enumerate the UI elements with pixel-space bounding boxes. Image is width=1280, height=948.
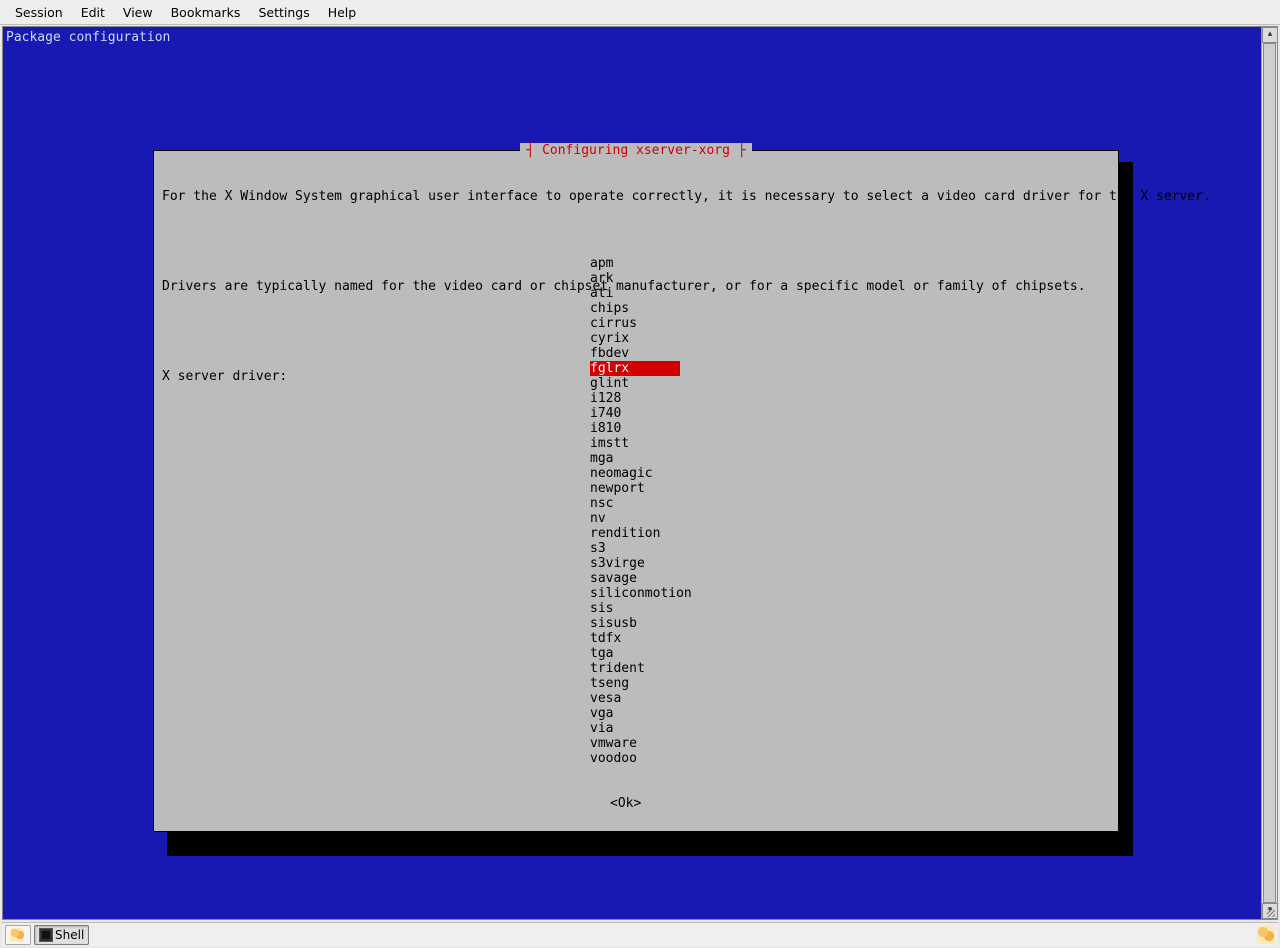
driver-option-s3[interactable]: s3 [590, 541, 680, 556]
driver-option-ati[interactable]: ati [590, 286, 680, 301]
driver-option-nsc[interactable]: nsc [590, 496, 680, 511]
taskbar-button-shell[interactable]: Shell [34, 925, 89, 945]
driver-option-nv[interactable]: nv [590, 511, 680, 526]
driver-option-imstt[interactable]: imstt [590, 436, 680, 451]
driver-option-sis[interactable]: sis [590, 601, 680, 616]
dialog-body: For the X Window System graphical user i… [162, 159, 1110, 823]
driver-option-apm[interactable]: apm [590, 256, 680, 271]
driver-option-rendition[interactable]: rendition [590, 526, 680, 541]
menu-bookmarks[interactable]: Bookmarks [162, 2, 250, 23]
config-dialog: ┤ Configuring xserver-xorg ├ For the X W… [153, 150, 1119, 832]
dialog-paragraph-1: For the X Window System graphical user i… [162, 189, 1110, 204]
driver-option-sisusb[interactable]: sisusb [590, 616, 680, 631]
resize-grip[interactable] [1261, 903, 1277, 919]
driver-option-savage[interactable]: savage [590, 571, 680, 586]
sessions-icon [10, 928, 24, 942]
scroll-thumb[interactable] [1263, 43, 1276, 903]
driver-option-trident[interactable]: trident [590, 661, 680, 676]
driver-option-mga[interactable]: mga [590, 451, 680, 466]
menu-help[interactable]: Help [319, 2, 366, 23]
driver-option-i810[interactable]: i810 [590, 421, 680, 436]
driver-option-tdfx[interactable]: tdfx [590, 631, 680, 646]
dialog-title: ┤ Configuring xserver-xorg ├ [520, 143, 751, 158]
driver-option-cyrix[interactable]: cyrix [590, 331, 680, 346]
tray-icon[interactable] [1257, 926, 1275, 944]
taskbar-shell-label: Shell [55, 928, 84, 942]
taskbar-button-sessions[interactable] [5, 925, 31, 945]
driver-option-vmware[interactable]: vmware [590, 736, 680, 751]
terminal-viewport[interactable]: Package configuration ┤ Configuring xser… [3, 27, 1261, 919]
driver-option-fglrx[interactable]: fglrx [590, 361, 680, 376]
vertical-scrollbar[interactable]: ▴ ▾ [1261, 27, 1277, 919]
driver-option-ark[interactable]: ark [590, 271, 680, 286]
menu-edit[interactable]: Edit [72, 2, 114, 23]
driver-option-newport[interactable]: newport [590, 481, 680, 496]
dialog-title-text: Configuring xserver-xorg [542, 143, 730, 158]
driver-option-cirrus[interactable]: cirrus [590, 316, 680, 331]
scroll-up-arrow[interactable]: ▴ [1262, 27, 1278, 43]
dialog-title-wrap: ┤ Configuring xserver-xorg ├ [154, 143, 1118, 158]
terminal-frame: Package configuration ┤ Configuring xser… [2, 26, 1278, 920]
driver-list[interactable]: apmarkatichipscirruscyrixfbdevfglrxglint… [590, 256, 680, 766]
spacer [162, 234, 1110, 249]
driver-option-vesa[interactable]: vesa [590, 691, 680, 706]
driver-option-tga[interactable]: tga [590, 646, 680, 661]
driver-option-vga[interactable]: vga [590, 706, 680, 721]
ok-button[interactable]: <Ok> [610, 796, 641, 811]
terminal-icon [39, 928, 53, 942]
driver-option-siliconmotion[interactable]: siliconmotion [590, 586, 680, 601]
driver-option-neomagic[interactable]: neomagic [590, 466, 680, 481]
driver-option-via[interactable]: via [590, 721, 680, 736]
driver-option-s3virge[interactable]: s3virge [590, 556, 680, 571]
menu-view[interactable]: View [114, 2, 162, 23]
driver-option-glint[interactable]: glint [590, 376, 680, 391]
driver-option-i740[interactable]: i740 [590, 406, 680, 421]
driver-option-voodoo[interactable]: voodoo [590, 751, 680, 766]
package-configuration-title: Package configuration [6, 30, 170, 45]
driver-option-tseng[interactable]: tseng [590, 676, 680, 691]
driver-option-chips[interactable]: chips [590, 301, 680, 316]
driver-option-i128[interactable]: i128 [590, 391, 680, 406]
taskbar: Shell [2, 922, 1278, 946]
system-tray [1255, 926, 1275, 944]
menu-session[interactable]: Session [6, 2, 72, 23]
menu-settings[interactable]: Settings [249, 2, 318, 23]
menu-bar: Session Edit View Bookmarks Settings Hel… [0, 0, 1280, 25]
driver-option-fbdev[interactable]: fbdev [590, 346, 680, 361]
